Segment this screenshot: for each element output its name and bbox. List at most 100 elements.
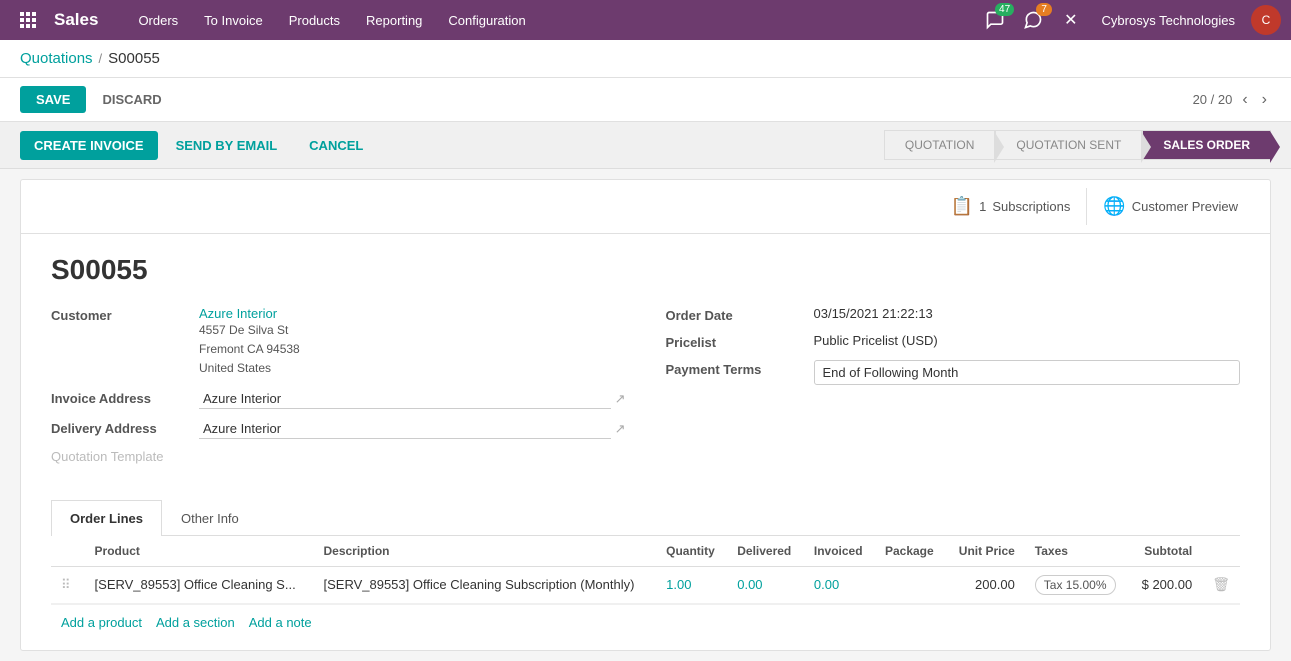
send-by-email-button[interactable]: SEND BY EMAIL [162, 131, 292, 160]
doc-body: S00055 Customer Azure Interior 4557 De S… [21, 234, 1270, 650]
status-bar: CREATE INVOICE SEND BY EMAIL CANCEL QUOT… [0, 122, 1291, 169]
subscriptions-icon: 📋 [951, 196, 973, 217]
brand-name[interactable]: Sales [46, 10, 106, 30]
tab-other-info[interactable]: Other Info [162, 500, 258, 536]
row-quantity[interactable]: 1.00 [656, 566, 727, 603]
company-name: Cybrosys Technologies [1102, 13, 1235, 28]
col-taxes: Taxes [1025, 536, 1129, 567]
invoice-address-field: Invoice Address Azure Interior ↗ [51, 389, 626, 409]
invoice-address-ext-link[interactable]: ↗ [615, 391, 626, 407]
row-delivered: 0.00 [727, 566, 804, 603]
payment-terms-field: Payment Terms End of Following Month [666, 360, 1241, 385]
app-grid-icon[interactable] [10, 11, 46, 29]
payment-terms-label: Payment Terms [666, 360, 806, 377]
customer-value: Azure Interior 4557 De Silva St Fremont … [199, 306, 626, 379]
tax-badge: Tax 15.00% [1035, 575, 1116, 595]
row-description: [SERV_89553] Office Cleaning Subscriptio… [313, 566, 656, 603]
discard-button[interactable]: DISCARD [94, 86, 169, 113]
row-taxes[interactable]: Tax 15.00% [1025, 566, 1129, 603]
breadcrumb-parent[interactable]: Quotations [20, 50, 93, 67]
menu-orders[interactable]: Orders [126, 7, 190, 34]
customer-address1: 4557 De Silva St [199, 321, 626, 340]
col-drag [51, 536, 85, 567]
row-delete[interactable]: 🗑 [1202, 566, 1240, 603]
subscriptions-count: 1 [979, 199, 986, 214]
document-card: 📋 1 Subscriptions 🌐 Customer Preview S00… [20, 179, 1271, 651]
close-icon[interactable]: ✕ [1056, 6, 1085, 34]
row-package [875, 566, 946, 603]
menu-configuration[interactable]: Configuration [436, 7, 537, 34]
payment-terms-value: End of Following Month [814, 360, 1241, 385]
status-steps: QUOTATION QUOTATION SENT SALES ORDER [884, 130, 1271, 160]
chat-badge[interactable]: 7 [1018, 5, 1048, 35]
delivery-address-field: Delivery Address Azure Interior ↗ [51, 419, 626, 439]
order-date-field: Order Date 03/15/2021 21:22:13 [666, 306, 1241, 323]
preview-label: Customer Preview [1132, 199, 1238, 214]
pricelist-label: Pricelist [666, 333, 806, 350]
delivery-address-label: Delivery Address [51, 419, 191, 436]
pagination-area: 20 / 20 ‹ › [1193, 89, 1271, 111]
tabs: Order Lines Other Info [51, 500, 1240, 536]
add-section-link[interactable]: Add a section [156, 615, 235, 630]
table-header-row: Product Description Quantity Delivered I… [51, 536, 1240, 567]
delivery-address-select[interactable]: Azure Interior [199, 419, 611, 439]
breadcrumb: Quotations / S00055 [0, 40, 1291, 78]
save-button[interactable]: SAVE [20, 86, 86, 113]
order-number: S00055 [51, 254, 1240, 286]
form-right: Order Date 03/15/2021 21:22:13 Pricelist… [666, 306, 1241, 480]
customer-field: Customer Azure Interior 4557 De Silva St… [51, 306, 626, 379]
col-quantity: Quantity [656, 536, 727, 567]
col-unit-price: Unit Price [946, 536, 1025, 567]
delivery-address-ext-link[interactable]: ↗ [615, 421, 626, 437]
topnav-right: 47 7 ✕ Cybrosys Technologies C [980, 5, 1281, 35]
pagination-info: 20 / 20 [1193, 92, 1233, 107]
pagination-prev-button[interactable]: ‹ [1238, 89, 1251, 111]
order-lines-table: Product Description Quantity Delivered I… [51, 536, 1240, 604]
tab-order-lines[interactable]: Order Lines [51, 500, 162, 536]
col-delivered: Delivered [727, 536, 804, 567]
col-invoiced: Invoiced [804, 536, 875, 567]
pagination-next-button[interactable]: › [1258, 89, 1271, 111]
subscriptions-button[interactable]: 📋 1 Subscriptions [935, 188, 1088, 225]
col-product: Product [85, 536, 314, 567]
customer-address3: United States [199, 359, 626, 378]
quotation-template-label: Quotation Template [51, 449, 626, 464]
menu-to-invoice[interactable]: To Invoice [192, 7, 275, 34]
cancel-button[interactable]: CANCEL [295, 131, 377, 160]
table-row: ⠿ [SERV_89553] Office Cleaning S... [SER… [51, 566, 1240, 603]
pricelist-field: Pricelist Public Pricelist (USD) [666, 333, 1241, 350]
col-description: Description [313, 536, 656, 567]
invoice-address-select[interactable]: Azure Interior [199, 389, 611, 409]
col-actions [1202, 536, 1240, 567]
messages-badge[interactable]: 47 [980, 5, 1010, 35]
create-invoice-button[interactable]: CREATE INVOICE [20, 131, 158, 160]
add-note-link[interactable]: Add a note [249, 615, 312, 630]
row-subtotal: $ 200.00 [1129, 566, 1202, 603]
user-avatar[interactable]: C [1251, 5, 1281, 35]
col-package: Package [875, 536, 946, 567]
order-date-value: 03/15/2021 21:22:13 [814, 306, 1241, 321]
invoice-address-value: Azure Interior ↗ [199, 389, 626, 409]
status-sales-order[interactable]: SALES ORDER [1142, 130, 1271, 160]
menu-products[interactable]: Products [277, 7, 352, 34]
row-product[interactable]: [SERV_89553] Office Cleaning S... [85, 566, 314, 603]
customer-name-link[interactable]: Azure Interior [199, 306, 277, 321]
form-left: Customer Azure Interior 4557 De Silva St… [51, 306, 626, 480]
breadcrumb-current: S00055 [108, 50, 160, 67]
status-quotation-sent[interactable]: QUOTATION SENT [995, 130, 1142, 160]
customer-label: Customer [51, 306, 191, 323]
invoice-address-label: Invoice Address [51, 389, 191, 406]
table-footer-actions: Add a product Add a section Add a note [51, 604, 1240, 640]
customer-address2: Fremont CA 94538 [199, 340, 626, 359]
col-subtotal: Subtotal [1129, 536, 1202, 567]
row-unit-price[interactable]: 200.00 [946, 566, 1025, 603]
status-quotation[interactable]: QUOTATION [884, 130, 996, 160]
customer-preview-button[interactable]: 🌐 Customer Preview [1087, 188, 1254, 225]
menu-reporting[interactable]: Reporting [354, 7, 434, 34]
subscriptions-label: Subscriptions [992, 199, 1070, 214]
form-layout: Customer Azure Interior 4557 De Silva St… [51, 306, 1240, 480]
add-product-link[interactable]: Add a product [61, 615, 142, 630]
payment-terms-select[interactable]: End of Following Month [814, 360, 1241, 385]
delivery-address-value: Azure Interior ↗ [199, 419, 626, 439]
row-drag-handle[interactable]: ⠿ [51, 566, 85, 603]
